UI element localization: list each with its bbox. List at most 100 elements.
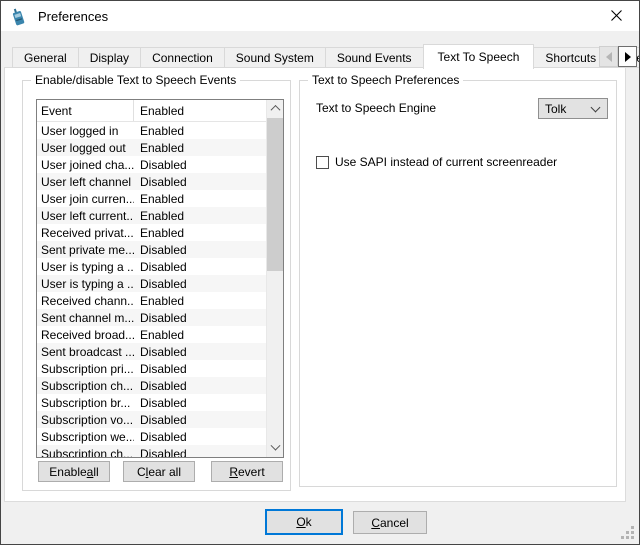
list-header: Event Enabled [37,100,266,122]
event-cell: Received privat... [37,226,134,240]
tab-page: Enable/disable Text to Speech Events Eve… [4,67,626,502]
list-row[interactable]: Subscription we...Disabled [37,428,266,445]
enabled-cell: Disabled [134,396,187,410]
list-row[interactable]: Subscription pri...Disabled [37,360,266,377]
list-row[interactable]: User join curren...Enabled [37,190,266,207]
tab-sound-system[interactable]: Sound System [224,47,326,68]
app-icon [11,7,28,26]
sapi-checkbox-label[interactable]: Use SAPI instead of current screenreader [335,155,557,169]
list-row[interactable]: Received broad...Enabled [37,326,266,343]
list-row[interactable]: Sent broadcast ...Disabled [37,343,266,360]
enabled-cell: Disabled [134,345,187,359]
tab-scroll-right-button[interactable] [618,46,637,67]
list-row[interactable]: Sent channel m...Disabled [37,309,266,326]
enabled-cell: Disabled [134,277,187,291]
event-cell: Sent channel m... [37,311,134,325]
right-arrow-icon [625,52,631,62]
clear-all-button[interactable]: Clear all [123,461,195,482]
event-cell: Subscription br... [37,396,134,410]
ok-button[interactable]: Ok [265,509,343,535]
tts-events-group-title: Enable/disable Text to Speech Events [31,73,240,87]
tab-shortcuts[interactable]: Shortcuts [533,47,608,68]
list-row[interactable]: Subscription br...Disabled [37,394,266,411]
list-row[interactable]: Sent private me...Disabled [37,241,266,258]
enabled-cell: Disabled [134,260,187,274]
event-cell: Sent private me... [37,243,134,257]
tab-scroll-buttons [599,46,637,67]
event-cell: User logged in [37,124,134,138]
enabled-cell: Enabled [134,226,184,240]
enabled-cell: Disabled [134,430,187,444]
list-row[interactable]: Subscription vo...Disabled [37,411,266,428]
list-row[interactable]: User logged inEnabled [37,122,266,139]
tab-general[interactable]: General [12,47,79,68]
event-cell: Subscription we... [37,430,134,444]
scrollbar-thumb[interactable] [267,118,284,271]
close-button[interactable] [595,1,637,30]
event-cell: User joined cha... [37,158,134,172]
tab-text-to-speech[interactable]: Text To Speech [423,44,535,69]
event-cell: User left channel [37,175,134,189]
list-row[interactable]: Subscription ch...Disabled [37,377,266,394]
preferences-window: Preferences GeneralDisplayConnectionSoun… [0,0,640,545]
list-row[interactable]: User logged outEnabled [37,139,266,156]
event-cell: Subscription ch... [37,379,134,393]
engine-select[interactable]: Tolk [538,98,608,119]
list-row[interactable]: User left channelDisabled [37,173,266,190]
chevron-up-icon [271,105,281,115]
list-row[interactable]: Received privat...Enabled [37,224,266,241]
list-row[interactable]: Received chann...Enabled [37,292,266,309]
scroll-up-button[interactable] [267,100,284,117]
event-cell: Subscription ch... [37,447,134,458]
tab-sound-events[interactable]: Sound Events [325,47,424,68]
enable-all-button[interactable]: Enable all [38,461,110,482]
list-row[interactable]: User is typing a ...Disabled [37,275,266,292]
list-rows: User logged inEnabledUser logged outEnab… [37,122,266,457]
enabled-cell: Disabled [134,158,187,172]
enabled-cell: Enabled [134,294,184,308]
column-header-event[interactable]: Event [37,100,134,121]
chevron-down-icon [591,102,601,112]
tab-strip: GeneralDisplayConnectionSound SystemSoun… [12,46,640,68]
event-cell: Received broad... [37,328,134,342]
tts-preferences-group: Text to Speech Preferences Text to Speec… [299,80,617,487]
event-cell: User left current... [37,209,134,223]
column-header-enabled[interactable]: Enabled [134,104,266,118]
tab-connection[interactable]: Connection [140,47,225,68]
event-cell: Subscription vo... [37,413,134,427]
event-cell: User join curren... [37,192,134,206]
left-arrow-icon [606,52,612,62]
sapi-checkbox-row: Use SAPI instead of current screenreader [316,155,557,169]
tts-preferences-group-title: Text to Speech Preferences [308,73,463,87]
sapi-checkbox[interactable] [316,156,329,169]
list-row[interactable]: User is typing a ...Disabled [37,258,266,275]
enabled-cell: Disabled [134,447,187,458]
enabled-cell: Disabled [134,311,187,325]
event-cell: Sent broadcast ... [37,345,134,359]
event-cell: Subscription pri... [37,362,134,376]
cancel-button[interactable]: Cancel [353,511,427,534]
list-row[interactable]: Subscription ch...Disabled [37,445,266,457]
enabled-cell: Enabled [134,209,184,223]
tts-events-list: Event Enabled User logged inEnabledUser … [36,99,284,458]
list-row[interactable]: User joined cha...Disabled [37,156,266,173]
enabled-cell: Disabled [134,379,187,393]
list-scrollbar[interactable] [266,100,283,457]
tab-display[interactable]: Display [78,47,141,68]
event-cell: User logged out [37,141,134,155]
scroll-down-button[interactable] [267,440,284,457]
enabled-cell: Enabled [134,124,184,138]
close-icon [611,10,622,21]
list-row[interactable]: User left current...Enabled [37,207,266,224]
enabled-cell: Enabled [134,192,184,206]
enabled-cell: Disabled [134,243,187,257]
title-bar: Preferences [1,1,639,31]
chevron-down-icon [271,441,281,451]
event-cell: User is typing a ... [37,277,134,291]
engine-label: Text to Speech Engine [316,101,436,115]
enabled-cell: Disabled [134,413,187,427]
list-viewport: Event Enabled User logged inEnabledUser … [37,100,266,457]
enabled-cell: Enabled [134,328,184,342]
resize-grip[interactable] [621,526,634,539]
revert-button[interactable]: Revert [211,461,283,482]
